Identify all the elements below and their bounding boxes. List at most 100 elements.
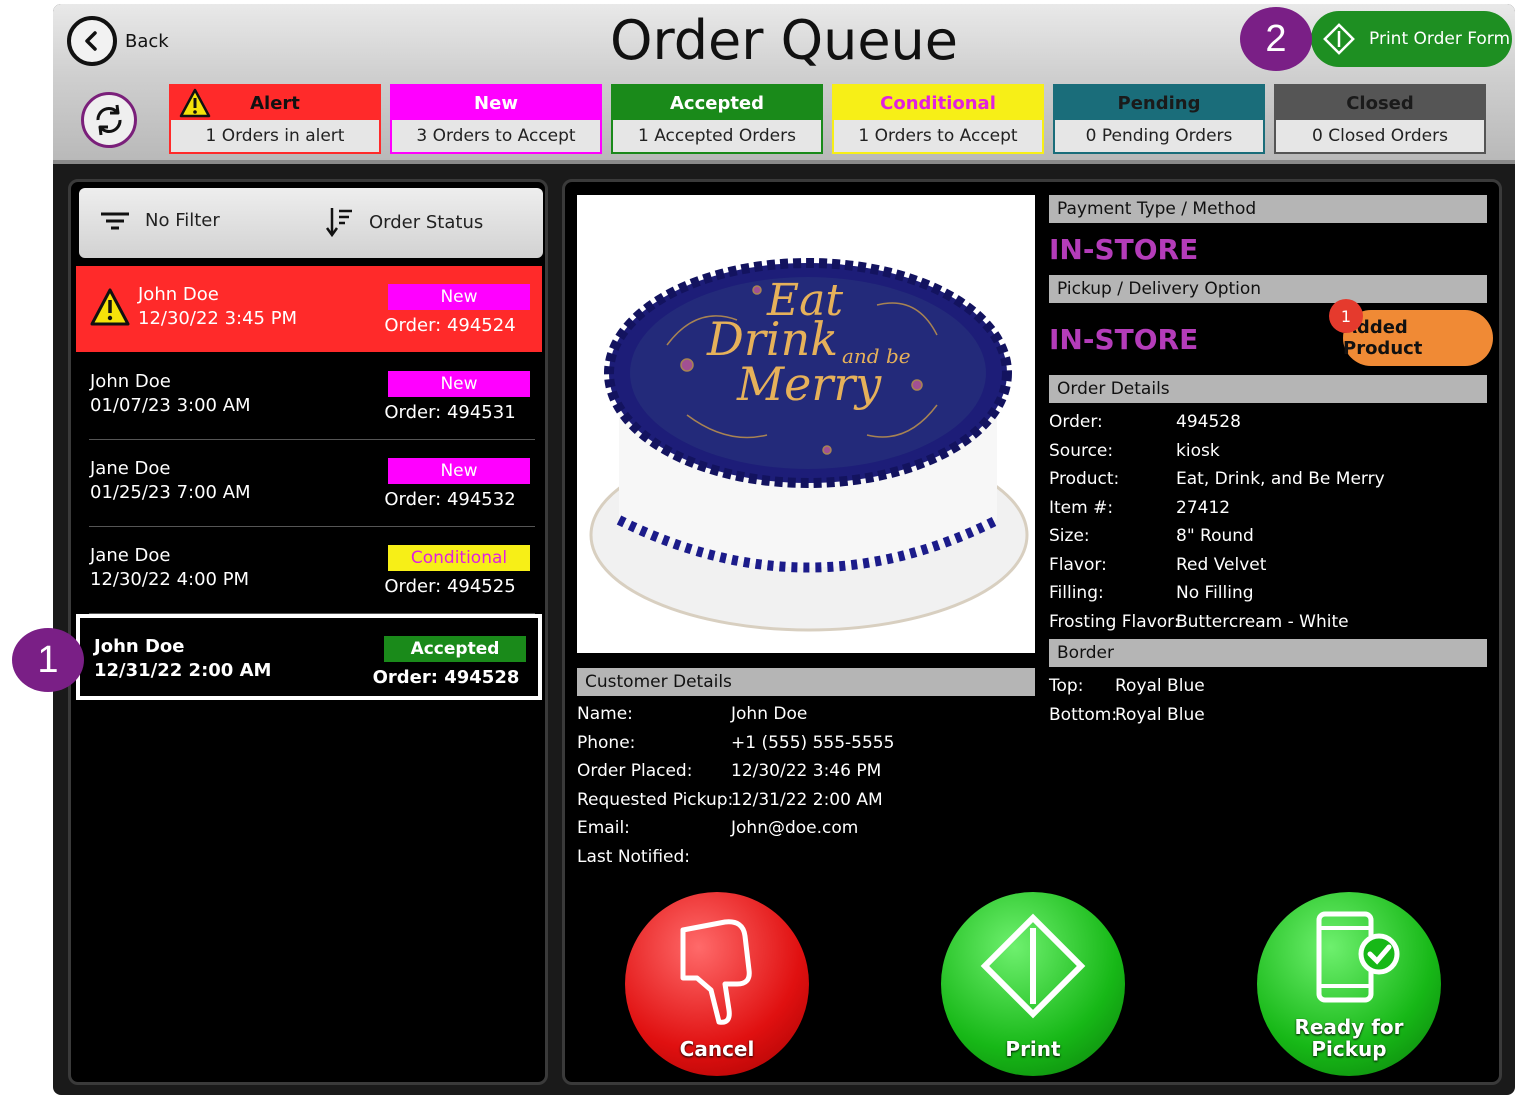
field-label: Size:	[1049, 526, 1090, 546]
field-value: kiosk	[1176, 440, 1220, 461]
status-tile-label: New	[392, 86, 600, 120]
status-tile-count: 1 Orders in alert	[171, 120, 379, 152]
order-number: Order: 494524	[384, 315, 516, 336]
refresh-button[interactable]	[81, 92, 137, 148]
status-tile-alert[interactable]: Alert 1 Orders in alert	[169, 84, 381, 154]
callout-2: 2	[1240, 7, 1312, 71]
field-label: Bottom:	[1049, 704, 1118, 725]
ready-label-line2: Pickup	[1311, 1037, 1387, 1061]
order-row[interactable]: Jane Doe 01/25/23 7:00 AM New Order: 494532	[76, 440, 542, 526]
field-label: Filling:	[1049, 583, 1104, 603]
payment-header: Payment Type / Method	[1049, 195, 1487, 223]
status-tile-count: 0 Pending Orders	[1055, 120, 1263, 152]
cake-image: Eat Drink and be Merry	[589, 258, 1029, 632]
cancel-button[interactable]: Cancel	[625, 892, 809, 1076]
order-number: Order: 494531	[384, 402, 516, 423]
status-tile-label: Alert	[171, 86, 379, 120]
warning-icon	[90, 288, 130, 330]
order-customer-name: Jane Doe	[90, 545, 171, 566]
filter-label: No Filter	[145, 210, 220, 231]
filter-icon	[101, 212, 129, 229]
status-tile-label: Pending	[1055, 86, 1263, 120]
status-tile-title: New	[474, 92, 518, 114]
order-customer-name: John Doe	[90, 371, 171, 392]
customer-details-header: Customer Details	[577, 668, 1035, 696]
order-detail-panel: Eat Drink and be Merry Customer Details …	[562, 179, 1502, 1085]
field-value: Red Velvet	[1176, 554, 1267, 575]
warning-icon	[179, 88, 211, 123]
pickup-header: Pickup / Delivery Option	[1049, 275, 1487, 303]
field-label: Item #:	[1049, 497, 1114, 518]
status-tile-new[interactable]: New 3 Orders to Accept	[390, 84, 602, 154]
print-label: Print	[1005, 1037, 1061, 1061]
added-product-count-badge: 1	[1329, 299, 1363, 333]
status-badge: Accepted	[384, 636, 526, 662]
status-tile-accepted[interactable]: Accepted 1 Accepted Orders	[611, 84, 823, 154]
refresh-icon	[96, 104, 122, 136]
field-value: 27412	[1176, 497, 1231, 518]
status-tile-label: Conditional	[834, 86, 1042, 120]
app-window: Back Order Queue Print Order Form Alert 1…	[53, 4, 1515, 1095]
field-value: No Filling	[1176, 583, 1254, 603]
order-date: 12/30/22 4:00 PM	[90, 569, 250, 590]
order-number: Order: 494525	[384, 576, 516, 597]
field-label: Flavor:	[1049, 554, 1107, 575]
status-tile-label: Accepted	[613, 86, 821, 120]
added-product-button[interactable]: Added Product	[1343, 310, 1493, 366]
status-tile-conditional[interactable]: Conditional 1 Orders to Accept	[832, 84, 1044, 154]
filter-button[interactable]: No Filter	[99, 210, 220, 231]
status-tile-title: Alert	[250, 92, 300, 114]
pickup-value: IN-STORE	[1049, 323, 1199, 356]
field-value: 12/30/22 3:46 PM	[731, 761, 882, 781]
cancel-label: Cancel	[679, 1037, 755, 1061]
status-tile-count: 1 Orders to Accept	[834, 120, 1042, 152]
ready-label-line1: Ready for	[1294, 1015, 1404, 1039]
order-row[interactable]: John Doe 01/07/23 3:00 AM New Order: 494531	[76, 353, 542, 439]
field-value: +1 (555) 555-5555	[731, 732, 895, 753]
field-label: Order Placed:	[577, 761, 693, 781]
status-tile-pending[interactable]: Pending 0 Pending Orders	[1053, 84, 1265, 154]
filter-bar: No Filter Order Status	[79, 188, 543, 258]
field-value: Royal Blue	[1115, 676, 1205, 696]
status-tile-title: Accepted	[669, 92, 765, 114]
field-value: Eat, Drink, and Be Merry	[1176, 469, 1385, 489]
border-header: Border	[1049, 639, 1487, 667]
order-date: 12/31/22 2:00 AM	[94, 660, 272, 681]
cake-text-merry: Merry	[736, 357, 882, 411]
field-label: Name:	[577, 704, 633, 724]
order-number: Order: 494532	[384, 489, 516, 510]
status-badge: Conditional	[388, 545, 530, 571]
field-value: 8" Round	[1176, 526, 1254, 546]
field-label: Source:	[1049, 440, 1114, 461]
ready-for-pickup-button[interactable]: Ready for Pickup	[1257, 892, 1441, 1076]
field-label: Frosting Flavor:	[1049, 611, 1180, 632]
status-tile-title: Conditional	[880, 92, 996, 114]
print-order-form-button[interactable]: Print Order Form	[1311, 11, 1512, 67]
order-date: 12/30/22 3:45 PM	[138, 308, 298, 329]
sort-button[interactable]: Order Status	[325, 206, 483, 238]
order-list-panel: No Filter Order Status John Doe 12/30/22 …	[68, 179, 548, 1085]
status-tile-count: 1 Accepted Orders	[613, 120, 821, 152]
order-row[interactable]: Jane Doe 12/30/22 4:00 PM Conditional Order…	[76, 527, 542, 613]
order-customer-name: Jane Doe	[90, 458, 171, 479]
field-label: Email:	[577, 818, 630, 838]
status-tile-count: 0 Closed Orders	[1276, 120, 1484, 152]
field-label: Phone:	[577, 732, 636, 753]
field-value: Buttercream - White	[1176, 611, 1349, 632]
status-badge: New	[388, 284, 530, 310]
order-row[interactable]: John Doe 12/30/22 3:45 PM New Order: 494524	[76, 266, 542, 352]
print-button[interactable]: Print	[941, 892, 1125, 1076]
order-customer-name: John Doe	[94, 636, 185, 657]
payment-value: IN-STORE	[1049, 233, 1199, 266]
field-label: Product:	[1049, 469, 1120, 489]
status-tile-count: 3 Orders to Accept	[392, 120, 600, 152]
status-tile-title: Closed	[1346, 92, 1414, 114]
status-badge: New	[388, 458, 530, 484]
order-customer-name: John Doe	[138, 284, 219, 305]
field-label: Top:	[1049, 676, 1084, 696]
field-label: Last Notified:	[577, 846, 691, 867]
print-order-form-label: Print Order Form	[1369, 29, 1511, 49]
callout-1: 1	[12, 628, 84, 692]
order-row[interactable]: John Doe 12/31/22 2:00 AM Accepted Order: 4…	[76, 614, 542, 700]
status-tile-closed[interactable]: Closed 0 Closed Orders	[1274, 84, 1486, 154]
